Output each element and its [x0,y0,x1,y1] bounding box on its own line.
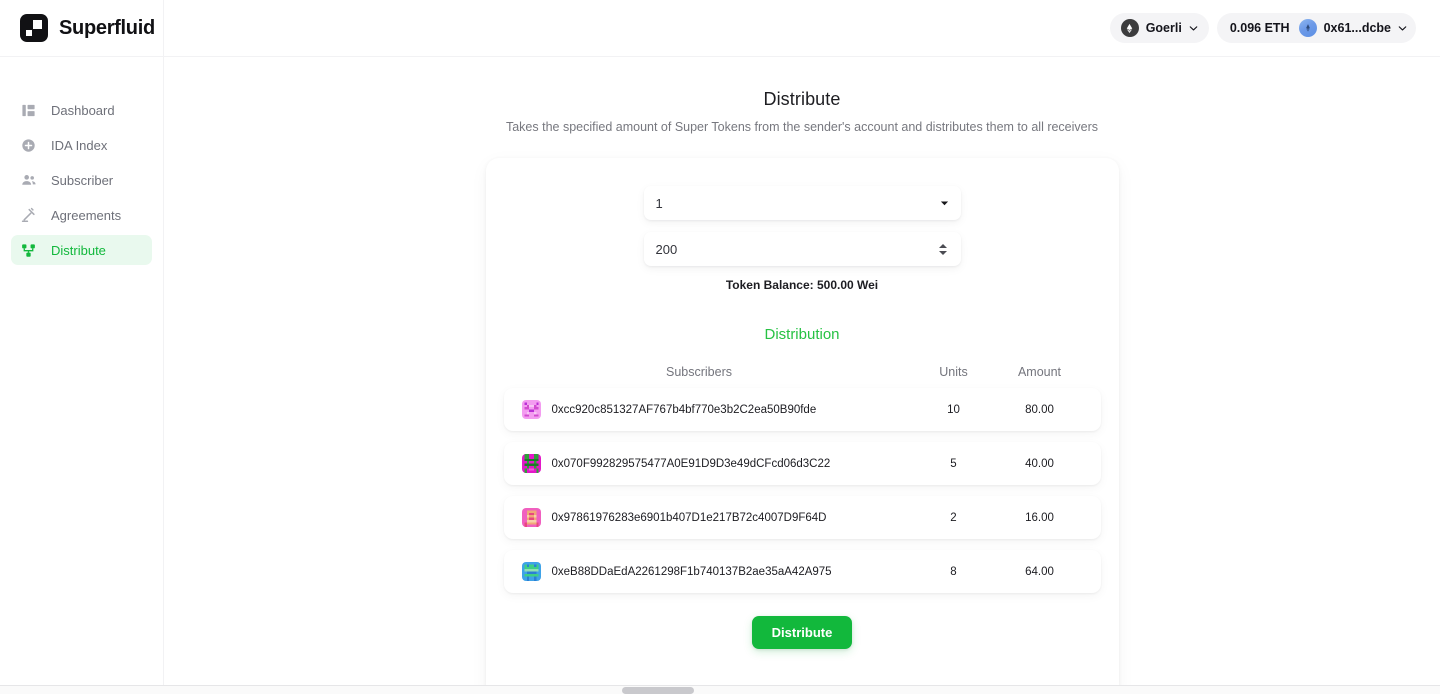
superfluid-logo-icon [20,14,48,42]
horizontal-scrollbar-thumb[interactable] [622,687,694,694]
plus-circle-icon [20,137,37,154]
gavel-icon [20,207,37,224]
horizontal-scrollbar[interactable] [0,685,1440,694]
identicon-avatar [521,508,541,527]
table-header-row: Subscribers Units Amount [504,365,1101,379]
distribute-card: 1 200 Token Balance: 500.00 Wei Distribu… [485,158,1119,694]
chevron-down-icon [940,199,949,208]
table-row[interactable]: 0xeB88DDaEdA2261298F1b740137B2ae35aA42A9… [503,550,1101,593]
column-header-units: Units [939,365,968,379]
units-cell: 2 [950,511,957,524]
identicon-avatar [521,562,541,581]
units-cell: 5 [950,457,957,470]
amount-cell: 16.00 [1025,511,1054,524]
wallet-avatar-icon [1298,19,1317,37]
users-icon [20,172,37,189]
form-fields: 1 200 Token Balance: 500.00 Wei [643,186,961,292]
subscriber-address: 0x97861976283e6901b407D1e217B72c4007D9F6… [551,511,827,524]
subscriber-cell: 0xeB88DDaEdA2261298F1b740137B2ae35aA42A9… [521,562,911,581]
amount-cell: 80.00 [1025,403,1054,416]
sidebar-item-label: Distribute [51,242,106,258]
sidebar-item-dashboard[interactable]: Dashboard [11,95,152,125]
submit-area: Distribute [486,616,1119,679]
subscriber-address: 0x070F992829575477A0E91D9D3e49dCFcd06d3C… [551,457,831,470]
subscriber-cell: 0x97861976283e6901b407D1e217B72c4007D9F6… [521,508,911,527]
identicon-avatar [521,454,541,473]
subscriber-address: 0xeB88DDaEdA2261298F1b740137B2ae35aA42A9… [551,565,832,578]
sidebar-item-label: Subscriber [51,172,114,188]
subscriber-cell: 0x070F992829575477A0E91D9D3e49dCFcd06d3C… [521,454,911,473]
top-bar-right: Goerli 0.096 ETH 0x61...dcbe [1109,13,1440,43]
distribution-table: Subscribers Units Amount 0xcc920c851327A… [486,365,1119,593]
token-balance-label: Token Balance: 500.00 Wei [725,278,879,292]
page-subtitle: Takes the specified amount of Super Toke… [505,120,1099,134]
network-label: Goerli [1145,21,1182,35]
wallet-address-label: 0x61...dcbe [1323,21,1391,35]
sidebar-item-label: Agreements [51,207,122,223]
app-root: Superfluid Goerli 0.096 ETH 0x61...dcbe … [0,0,1440,694]
page-header: Distribute Takes the specified amount of… [164,57,1440,134]
network-selector[interactable]: Goerli [1109,13,1209,43]
distribution-heading: Distribution [764,326,840,343]
ethereum-icon [1120,19,1139,37]
sidebar-item-agreements[interactable]: Agreements [11,200,152,230]
chevron-down-icon [1189,24,1198,33]
amount-input-value: 200 [655,241,678,257]
sitemap-icon [20,242,37,259]
subscriber-cell: 0xcc920c851327AF767b4bf770e3b2C2ea50B90f… [521,400,911,419]
amount-cell: 40.00 [1025,457,1054,470]
sidebar-item-ida-index[interactable]: IDA Index [11,130,152,160]
index-select-value: 1 [655,195,663,211]
units-cell: 8 [950,565,957,578]
sidebar: Dashboard IDA Index Subscriber Agreement… [0,57,164,694]
sidebar-item-label: IDA Index [51,137,108,153]
chevron-down-icon [1398,24,1407,33]
table-row[interactable]: 0x070F992829575477A0E91D9D3e49dCFcd06d3C… [503,442,1101,485]
column-header-amount: Amount [1017,365,1062,379]
sidebar-item-distribute[interactable]: Distribute [11,235,152,265]
units-cell: 10 [947,403,960,416]
distribute-button[interactable]: Distribute [751,616,853,649]
subscriber-address: 0xcc920c851327AF767b4bf770e3b2C2ea50B90f… [551,403,817,416]
amount-cell: 64.00 [1025,565,1054,578]
column-header-subscribers: Subscribers [666,365,732,379]
brand-name: Superfluid [59,16,155,39]
index-select[interactable]: 1 [643,186,961,220]
sidebar-item-subscriber[interactable]: Subscriber [11,165,152,195]
amount-input[interactable]: 200 [643,232,961,266]
table-row[interactable]: 0x97861976283e6901b407D1e217B72c4007D9F6… [503,496,1101,539]
eth-balance: 0.096 ETH [1229,21,1290,35]
brand[interactable]: Superfluid [0,0,164,57]
main-content: Distribute Takes the specified amount of… [164,57,1440,694]
sidebar-item-label: Dashboard [51,102,115,118]
identicon-avatar [521,400,541,419]
page-title: Distribute [763,89,841,109]
wallet-chip[interactable]: 0.096 ETH 0x61...dcbe [1216,13,1416,43]
top-bar: Superfluid Goerli 0.096 ETH 0x61...dcbe [0,0,1440,57]
dashboard-grid-icon [20,102,37,119]
table-row[interactable]: 0xcc920c851327AF767b4bf770e3b2C2ea50B90f… [503,388,1101,431]
number-stepper-icon[interactable] [938,243,949,255]
